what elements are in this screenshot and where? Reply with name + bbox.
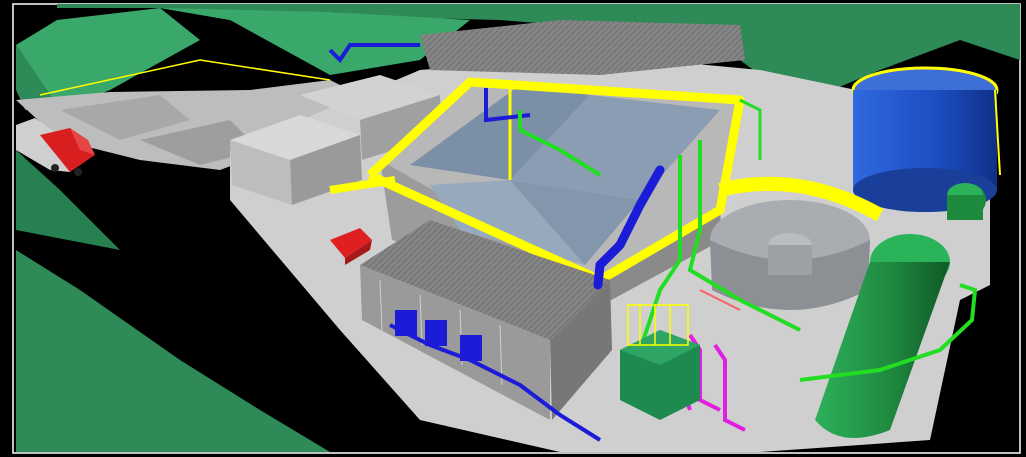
plant-3d-render — [0, 0, 1026, 457]
plant-render-frame — [0, 0, 1026, 457]
small-green-tank — [947, 183, 983, 220]
